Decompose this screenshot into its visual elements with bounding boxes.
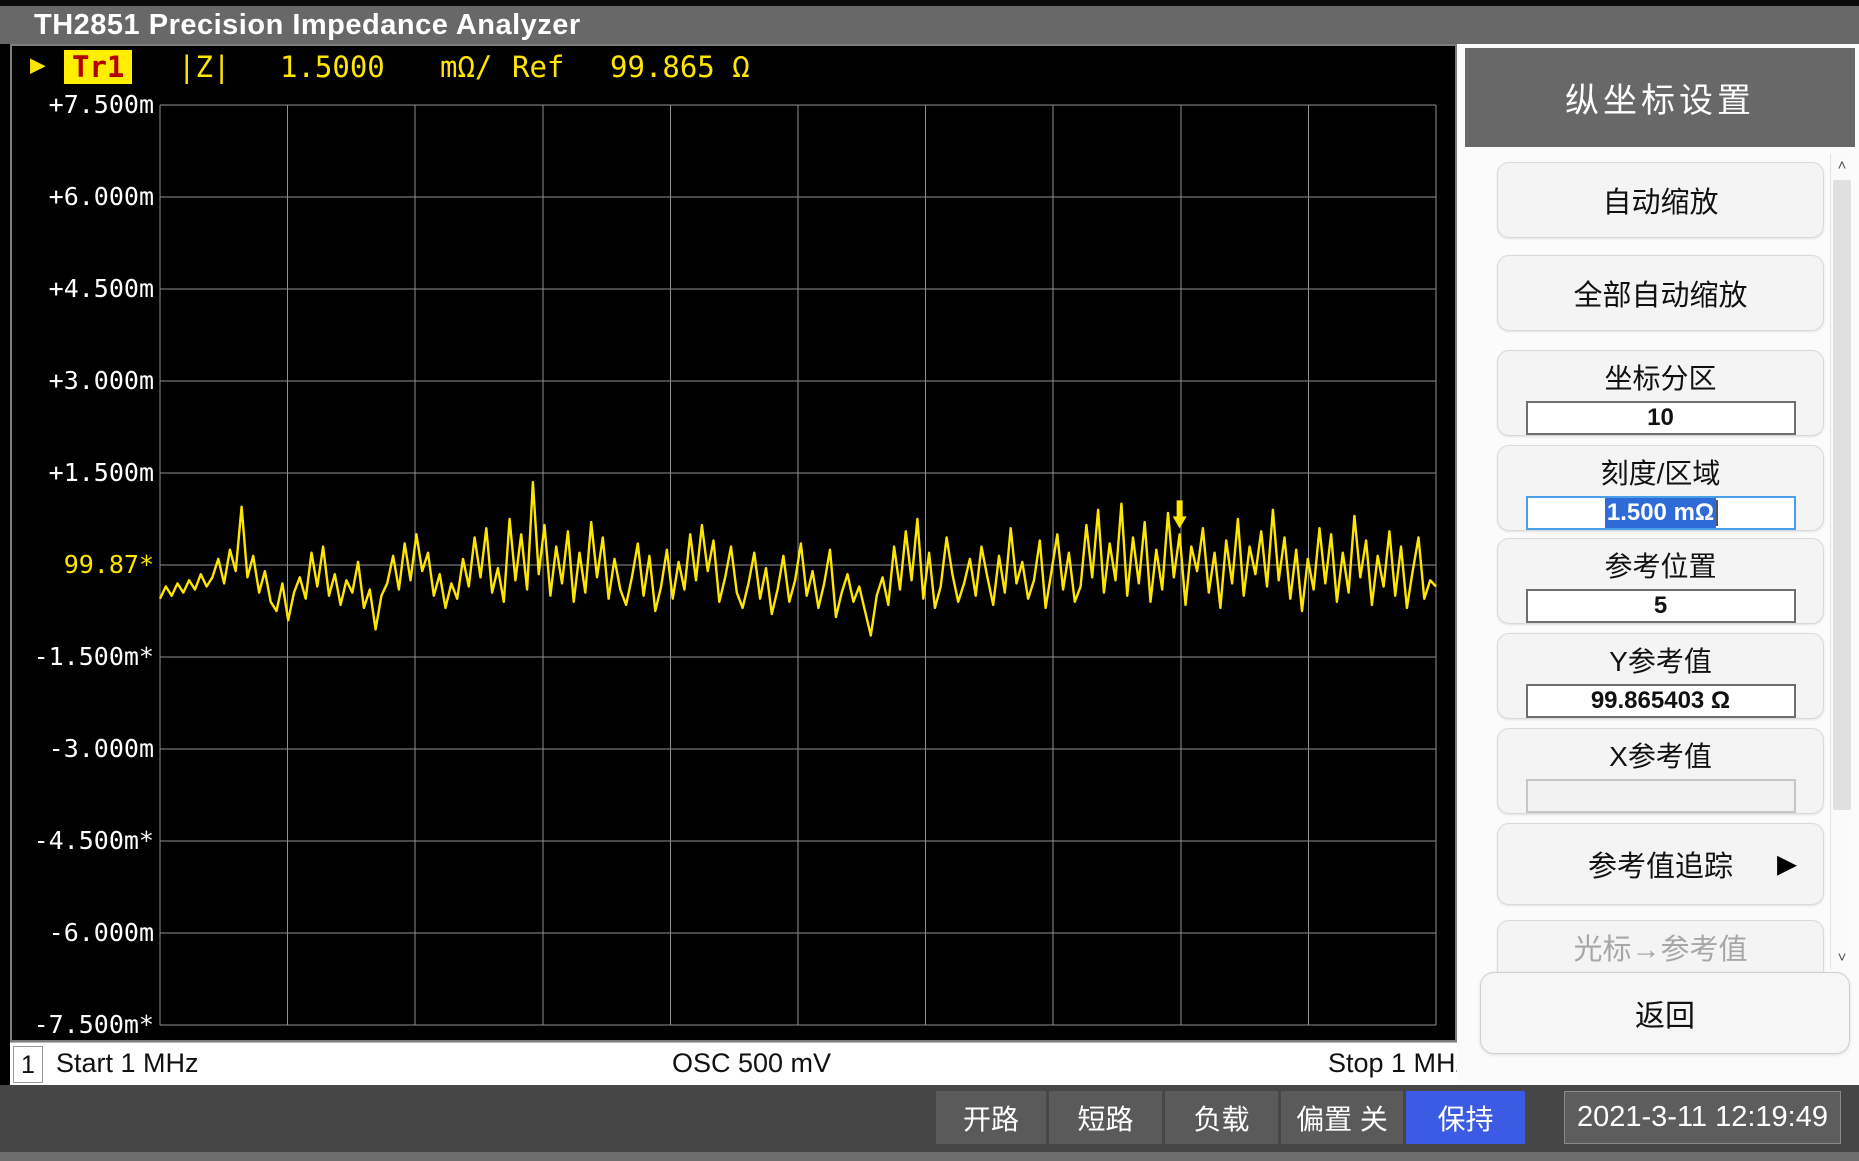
y-axis-label: 99.87* xyxy=(12,550,154,580)
reference-position-label: 参考位置 xyxy=(1604,545,1716,585)
reference-position-group[interactable]: 参考位置 5 xyxy=(1497,538,1824,624)
divisions-label: 坐标分区 xyxy=(1604,357,1716,397)
osc-level-label: OSC 500 mV xyxy=(10,1048,1493,1079)
divisions-group[interactable]: 坐标分区 10 xyxy=(1497,350,1824,436)
trace-selector[interactable]: Tr1 xyxy=(64,50,132,84)
x-reference-input xyxy=(1526,779,1796,813)
y-axis-label: -3.000m xyxy=(12,734,154,764)
clock: 2021-3-11 12:19:49 xyxy=(1564,1091,1841,1144)
bottom-bar: 开路短路负载偏置 关保持 2021-3-11 12:19:49 xyxy=(0,1085,1859,1161)
panel-title: 纵坐标设置 xyxy=(1465,48,1855,147)
title-bar: TH2851 Precision Impedance Analyzer xyxy=(0,0,1859,44)
bottom-button-2[interactable]: 短路 xyxy=(1049,1091,1162,1144)
trace-scale-value: 1.5000 xyxy=(280,50,385,84)
plot-area: +7.500m +6.000m +4.500m +3.000m +1.500m 99.87… xyxy=(12,46,1459,1044)
scrollbar-down-icon[interactable]: ˅ xyxy=(1831,946,1853,970)
status-strip: 1 Start 1 MHz OSC 500 mV Stop 1 MHz xyxy=(10,1042,1493,1085)
y-axis-label: +6.000m xyxy=(12,182,154,212)
scale-per-division-group[interactable]: 刻度/区域 1.500 mΩ xyxy=(1497,445,1824,531)
window-title: TH2851 Precision Impedance Analyzer xyxy=(34,9,581,42)
x-reference-label: X参考值 xyxy=(1609,735,1712,775)
y-axis-label: +3.000m xyxy=(12,366,154,396)
selected-text: 1.500 mΩ xyxy=(1605,498,1716,528)
trace-format: |Z| xyxy=(178,50,230,84)
submenu-arrow-icon: ▶ xyxy=(1777,849,1797,880)
reference-position-input[interactable]: 5 xyxy=(1526,589,1796,623)
trace-header: ▶ Tr1 |Z| 1.5000 mΩ/ Ref 99.865 Ω xyxy=(12,50,1455,92)
y-axis-label: -7.500m* xyxy=(12,1010,154,1040)
panel-scrollbar[interactable]: ˄ ˅ xyxy=(1830,154,1852,970)
sweep-stop-label: Stop 1 MHz xyxy=(1328,1048,1469,1079)
trace-ref-value: 99.865 Ω xyxy=(610,50,750,84)
scale-per-division-label: 刻度/区域 xyxy=(1601,452,1721,492)
cursor-to-reference-label: 光标→参考值 xyxy=(1573,926,1747,968)
bottom-button-group: 开路短路负载偏置 关保持 xyxy=(936,1091,1525,1144)
scrollbar-up-icon[interactable]: ˄ xyxy=(1831,154,1853,178)
side-panel: 纵坐标设置 自动缩放 全部自动缩放 坐标分区 10 刻度/区域 1.500 mΩ… xyxy=(1457,44,1859,1085)
auto-scale-all-button[interactable]: 全部自动缩放 xyxy=(1497,255,1824,331)
bottom-button-4[interactable]: 偏置 关 xyxy=(1281,1091,1403,1144)
y-axis-label: -4.500m* xyxy=(12,826,154,856)
sweep-marker-icon xyxy=(1173,500,1187,528)
trace-ref-label: Ref xyxy=(512,50,564,84)
scrollbar-thumb[interactable] xyxy=(1833,180,1851,810)
divisions-input[interactable]: 10 xyxy=(1526,401,1796,435)
bottom-button-1[interactable]: 开路 xyxy=(936,1091,1046,1144)
reference-tracking-button[interactable]: 参考值追踪 ▶ xyxy=(1497,823,1824,905)
bottom-button-5[interactable]: 保持 xyxy=(1406,1091,1525,1144)
y-axis-label: +1.500m xyxy=(12,458,154,488)
y-axis-label: +4.500m xyxy=(12,274,154,304)
reference-tracking-label: 参考值追踪 xyxy=(1588,843,1733,885)
trace-scale-unit: mΩ/ xyxy=(440,50,492,84)
auto-scale-button[interactable]: 自动缩放 xyxy=(1497,162,1824,238)
y-reference-label: Y参考值 xyxy=(1609,640,1712,680)
auto-scale-label: 自动缩放 xyxy=(1602,179,1718,221)
back-button-label: 返回 xyxy=(1635,991,1695,1035)
y-axis-label: -1.500m* xyxy=(12,642,154,672)
x-reference-group: X参考值 xyxy=(1497,728,1824,814)
scale-per-division-input[interactable]: 1.500 mΩ xyxy=(1526,496,1796,530)
app-window: TH2851 Precision Impedance Analyzer +7.5… xyxy=(0,0,1859,1161)
impedance-plot xyxy=(12,46,1455,1040)
auto-scale-all-label: 全部自动缩放 xyxy=(1573,272,1747,314)
bottom-button-3[interactable]: 负载 xyxy=(1165,1091,1278,1144)
instrument-display: +7.500m +6.000m +4.500m +3.000m +1.500m 99.87… xyxy=(10,44,1457,1042)
y-axis-label: +7.500m xyxy=(12,90,154,120)
y-axis-label: -6.000m xyxy=(12,918,154,948)
y-reference-group[interactable]: Y参考值 99.865403 Ω xyxy=(1497,633,1824,719)
y-reference-input[interactable]: 99.865403 Ω xyxy=(1526,684,1796,718)
active-trace-arrow-icon: ▶ xyxy=(30,50,46,80)
back-button[interactable]: 返回 xyxy=(1480,972,1850,1054)
